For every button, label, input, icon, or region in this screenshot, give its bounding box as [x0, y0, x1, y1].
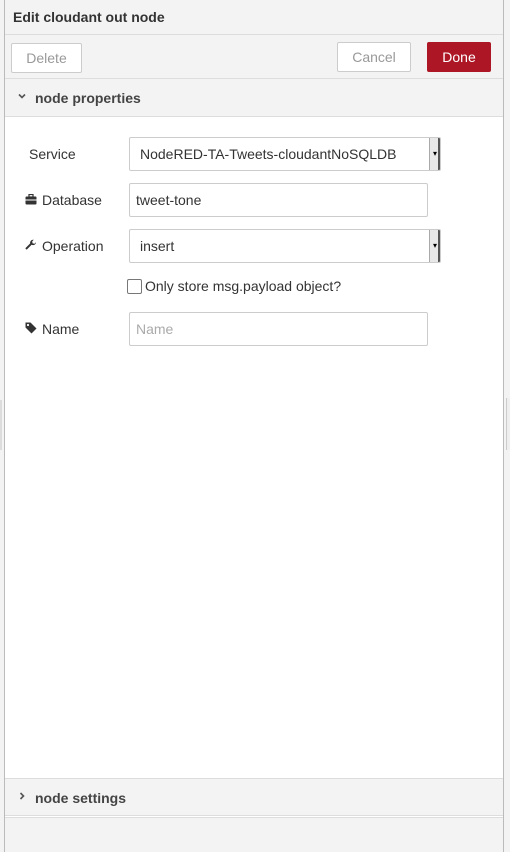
tag-icon — [25, 313, 38, 347]
section-node-properties[interactable]: node properties — [5, 79, 503, 117]
form-row-service: Service NodeRED-TA-Tweets-cloudantNoSQLD… — [5, 137, 503, 171]
caret-down-icon: ▾ — [429, 230, 440, 262]
operation-label: Operation — [42, 238, 104, 254]
section-node-settings[interactable]: node settings — [5, 778, 503, 816]
briefcase-icon — [25, 184, 38, 218]
tray-title: Edit cloudant out node — [13, 9, 165, 25]
chevron-right-icon — [17, 790, 27, 804]
name-label: Name — [42, 321, 80, 337]
operation-select[interactable]: insert ▾ — [129, 229, 441, 263]
delete-button[interactable]: Delete — [11, 43, 82, 73]
database-input[interactable]: tweet-tone — [129, 183, 428, 217]
done-button[interactable]: Done — [427, 42, 491, 72]
name-input[interactable]: Name — [129, 312, 428, 346]
service-select[interactable]: NodeRED-TA-Tweets-cloudantNoSQLDB ▾ — [129, 137, 441, 171]
right-resize-handle[interactable] — [506, 398, 510, 450]
wrench-icon — [25, 230, 38, 264]
database-label: Database — [42, 192, 102, 208]
service-select-value: NodeRED-TA-Tweets-cloudantNoSQLDB — [140, 146, 397, 162]
database-label-wrap: Database — [25, 183, 102, 218]
payload-only-label: Only store msg.payload object? — [145, 278, 342, 294]
payload-only-checkbox[interactable] — [127, 279, 142, 294]
operation-label-wrap: Operation — [25, 229, 103, 264]
edit-tray: Edit cloudant out node Delete Cancel Don… — [4, 0, 504, 852]
chevron-down-icon — [17, 90, 27, 104]
form-row-operation: Operation insert ▾ — [5, 229, 503, 263]
service-label: Service — [29, 146, 76, 162]
section-label: node properties — [35, 90, 141, 106]
caret-down-icon: ▾ — [429, 138, 440, 170]
tray-footer — [5, 817, 503, 852]
payload-only-row: Only store msg.payload object? — [127, 277, 341, 295]
left-resize-handle[interactable] — [0, 400, 2, 450]
form-row-name: Name Name — [5, 312, 503, 346]
tray-toolbar: Delete Cancel Done — [5, 35, 503, 79]
form-row-database: Database tweet-tone — [5, 183, 503, 217]
tray-header: Edit cloudant out node — [5, 0, 503, 35]
name-label-wrap: Name — [25, 312, 79, 347]
cancel-button[interactable]: Cancel — [337, 42, 411, 72]
section-label: node settings — [35, 790, 127, 806]
operation-select-value: insert — [140, 238, 175, 254]
